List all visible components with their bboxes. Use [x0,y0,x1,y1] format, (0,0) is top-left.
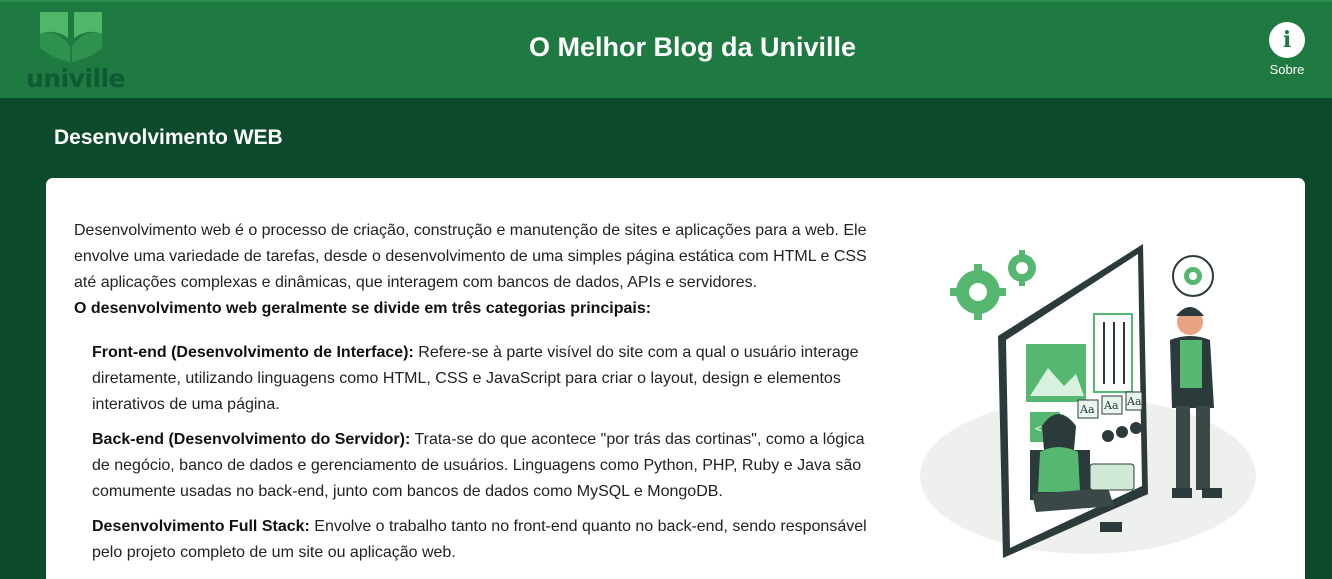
section-title: Desenvolvimento WEB [54,126,283,149]
font-label: Aa [1079,403,1095,416]
list-item-full-stack: Desenvolvimento Full Stack: Envolve o tr… [92,514,874,566]
font-label: Aa [1126,395,1142,408]
article-content: Desenvolvimento web é o processo de cria… [74,218,874,575]
about-label: Sobre [1269,62,1305,77]
app-header: univille O Melhor Blog da Univille i Sob… [0,0,1332,98]
item-title: Desenvolvimento Full Stack: [92,518,310,535]
list-item-back-end: Back-end (Desenvolvimento do Servidor): … [92,427,874,505]
gear-icon-small [1008,250,1036,286]
item-title: Back-end (Desenvolvimento do Servidor): [92,431,411,448]
item-title: Front-end (Desenvolvimento de Interface)… [92,344,414,361]
categories-list: Front-end (Desenvolvimento de Interface)… [92,340,874,566]
intro-paragraph: Desenvolvimento web é o processo de cria… [74,218,874,296]
info-icon: i [1269,22,1305,58]
gear-icon [950,264,1006,320]
article-card: Desenvolvimento web é o processo de cria… [46,178,1305,579]
web-development-illustration: Aa Aa Aa </> [920,244,1256,558]
logo-text: univille [26,64,126,93]
about-button[interactable]: i Sobre [1262,22,1312,77]
font-label: Aa [1103,399,1119,412]
settings-bubble-icon [1172,255,1214,297]
list-item-front-end: Front-end (Desenvolvimento de Interface)… [92,340,874,418]
categories-lead: O desenvolvimento web geralmente se divi… [74,300,652,317]
site-title: O Melhor Blog da Univille [528,32,857,62]
intro-sentence-1: Desenvolvimento web é o processo de cria… [74,222,839,239]
